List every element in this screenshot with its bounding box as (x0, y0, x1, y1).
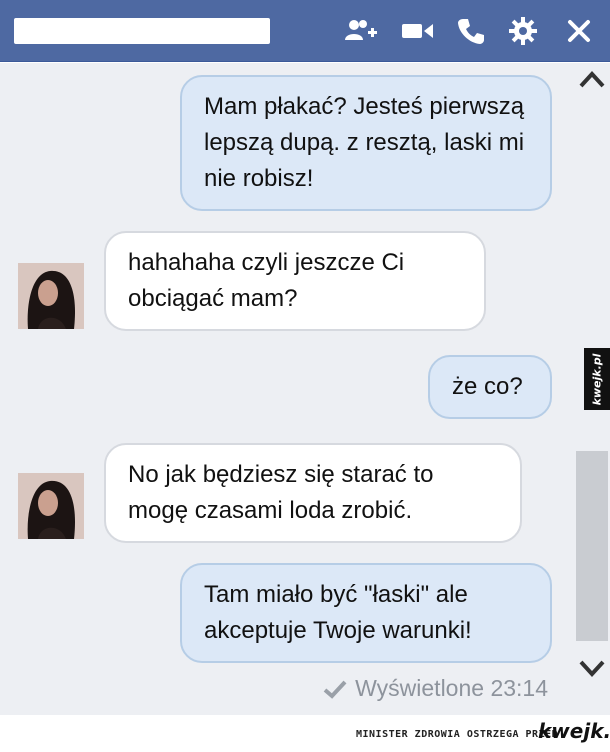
phone-icon[interactable] (454, 16, 488, 46)
watermark-badge-text: kwejk.pl (590, 353, 604, 405)
message-outgoing: że co? (428, 355, 552, 419)
add-person-icon[interactable] (344, 16, 378, 46)
footer: MINISTER ZDROWIA OSTRZEGA PRZED kwejk.pl (0, 715, 610, 752)
watermark-badge: kwejk.pl (584, 348, 610, 410)
message-outgoing: Tam miało być "łaski" ale akceptuje Twoj… (180, 563, 552, 663)
scroll-down-icon[interactable] (578, 657, 606, 679)
seen-status: Wyświetlone 23:14 (323, 675, 548, 702)
message-incoming: No jak będziesz się starać to mogę czasa… (104, 443, 522, 543)
avatar[interactable] (18, 473, 84, 539)
close-icon[interactable] (562, 16, 596, 46)
video-call-icon[interactable] (400, 16, 434, 46)
avatar[interactable] (18, 263, 84, 329)
scrollbar-thumb[interactable] (576, 451, 608, 641)
chat-header (0, 0, 610, 62)
conversation: Mam płakać? Jesteś pierwszą lepszą dupą.… (0, 63, 610, 715)
gear-icon[interactable] (506, 16, 540, 46)
contact-name[interactable] (14, 18, 270, 44)
footer-warning: MINISTER ZDROWIA OSTRZEGA PRZED (356, 729, 559, 740)
seen-label: Wyświetlone 23:14 (355, 675, 548, 701)
scroll-up-icon[interactable] (578, 69, 606, 91)
checkmark-icon (323, 680, 347, 699)
footer-logo: kwejk.pl (538, 719, 610, 743)
message-outgoing: Mam płakać? Jesteś pierwszą lepszą dupą.… (180, 75, 552, 211)
message-incoming: hahahaha czyli jeszcze Ci obciągać mam? (104, 231, 486, 331)
